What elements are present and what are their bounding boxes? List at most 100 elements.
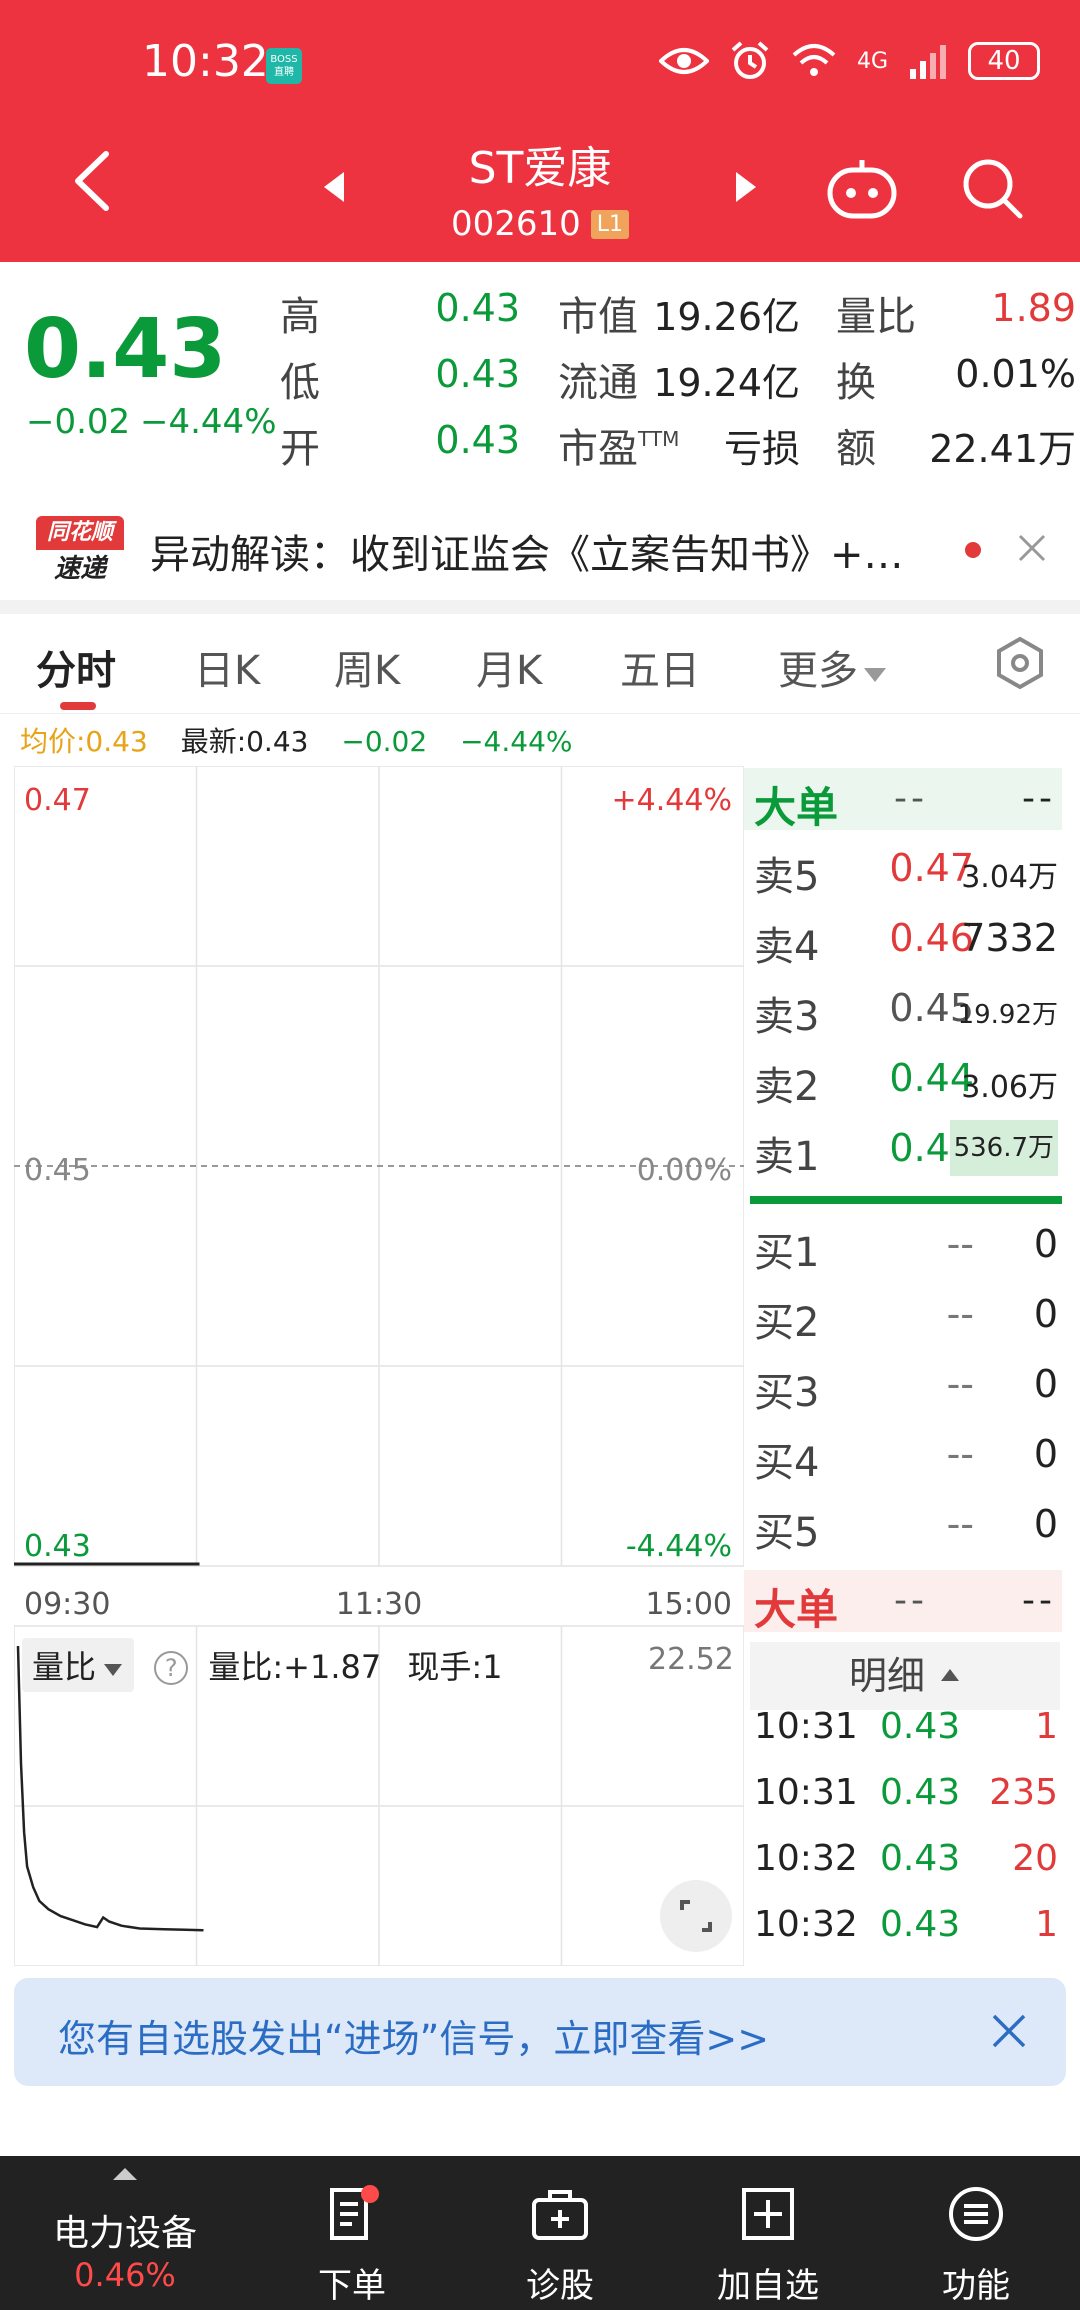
price-change: −0.02 bbox=[26, 402, 131, 442]
bid-row-4[interactable]: 买4 -- 0 bbox=[744, 1422, 1064, 1488]
boss-app-icon: BOSS直聘 bbox=[266, 48, 302, 84]
chart-grid bbox=[14, 766, 744, 1966]
amount-label: 额 bbox=[836, 426, 876, 472]
volume-ratio-readout: 量比:+1.87 bbox=[208, 1648, 382, 1686]
x-label-noon: 11:30 bbox=[336, 1587, 422, 1622]
bid-ask-separator bbox=[750, 1196, 1062, 1204]
big-order-bottom: 大单 -- -- bbox=[744, 1570, 1062, 1634]
current-price: 0.43 bbox=[24, 302, 227, 397]
bottom-toolbar: 电力设备 0.46% 下单 诊股 加自选 功能 bbox=[0, 2156, 1080, 2310]
summary-change: −0.02 bbox=[341, 725, 428, 758]
add-watchlist-button[interactable]: 加自选 bbox=[668, 2156, 868, 2310]
big-order-top: 大单 -- -- bbox=[744, 768, 1062, 832]
open-label: 开 bbox=[280, 426, 320, 472]
tick-row: 10:32 0.43 20 bbox=[754, 1838, 1058, 1879]
float-cap-label: 流通 bbox=[558, 360, 638, 406]
pe-value: 亏损 bbox=[723, 427, 800, 471]
help-icon[interactable]: ? bbox=[154, 1651, 189, 1685]
add-square-icon bbox=[742, 2188, 794, 2240]
battery-indicator: 40 bbox=[968, 42, 1040, 80]
x-label-close: 15:00 bbox=[646, 1587, 732, 1622]
functions-button[interactable]: 功能 bbox=[876, 2156, 1076, 2310]
y-right-bottom-label: -4.44% bbox=[626, 1529, 732, 1564]
status-icons: 4G 40 bbox=[658, 40, 1040, 82]
tick-row: 10:31 0.43 235 bbox=[754, 1772, 1058, 1813]
y-left-bottom-label: 0.43 bbox=[24, 1529, 91, 1564]
wifi-icon bbox=[792, 44, 836, 76]
amount-value: 22.41万 bbox=[929, 427, 1076, 471]
stock-code-line: 002610 L1 bbox=[0, 204, 1080, 244]
open-value: 0.43 bbox=[435, 418, 520, 462]
ask-row-3[interactable]: 卖3 0.45 19.92万 bbox=[744, 976, 1064, 1042]
y-left-mid-label: 0.45 bbox=[24, 1153, 91, 1188]
pe-label: 市盈TTM bbox=[558, 426, 680, 472]
turnover-value: 0.01% bbox=[955, 352, 1076, 396]
ask-row-1[interactable]: 卖1 0.43 536.7万 bbox=[744, 1116, 1064, 1182]
tab-weekly-k[interactable]: 周K bbox=[334, 638, 400, 696]
status-time: 10:32 bbox=[142, 36, 269, 87]
latest-price: 最新:0.43 bbox=[180, 725, 309, 758]
turnover-label: 换 bbox=[836, 360, 876, 406]
avg-price: 均价:0.43 bbox=[20, 725, 148, 758]
intraday-summary: 均价:0.43 最新:0.43 −0.02 −4.44% bbox=[20, 720, 597, 760]
stock-code: 002610 bbox=[450, 204, 581, 244]
bid-row-2[interactable]: 买2 -- 0 bbox=[744, 1282, 1064, 1348]
section-divider bbox=[0, 600, 1080, 614]
alert-close-icon[interactable] bbox=[1016, 532, 1048, 564]
intraday-chart[interactable]: 0.47 0.45 0.43 +4.44% 0.00% -4.44% 09:30… bbox=[14, 766, 744, 1966]
signal-icon bbox=[910, 45, 946, 79]
sector-button[interactable]: 电力设备 0.46% bbox=[0, 2156, 250, 2310]
low-label: 低 bbox=[280, 360, 320, 406]
float-cap-value: 19.24亿 bbox=[653, 361, 800, 405]
signal-close-icon[interactable] bbox=[990, 2012, 1028, 2050]
bid-row-1[interactable]: 买1 -- 0 bbox=[744, 1212, 1064, 1278]
fullscreen-icon bbox=[680, 1900, 712, 1932]
tonghuashun-logo: 同花顺 速递 bbox=[36, 516, 124, 588]
volume-ratio-label: 量比 bbox=[836, 294, 916, 340]
high-label: 高 bbox=[280, 294, 320, 340]
tab-intraday[interactable]: 分时 bbox=[36, 638, 116, 696]
y-right-mid-label: 0.00% bbox=[637, 1153, 732, 1188]
y-right-top-label: +4.44% bbox=[612, 783, 732, 818]
stock-name: ST爱康 bbox=[468, 143, 612, 194]
order-button[interactable]: 下单 bbox=[252, 2156, 452, 2310]
news-alert-bar[interactable]: 同花顺 速递 异动解读：收到证监会《立案告知书》+… bbox=[0, 500, 1080, 600]
eye-icon bbox=[658, 48, 709, 74]
ask-row-4[interactable]: 卖4 0.46 7332 bbox=[744, 906, 1064, 972]
ask-row-2[interactable]: 卖2 0.44 3.06万 bbox=[744, 1046, 1064, 1112]
tick-detail-header[interactable]: 明细 bbox=[750, 1642, 1060, 1710]
alarm-icon bbox=[731, 41, 769, 79]
y-left-top-label: 0.47 bbox=[24, 783, 91, 818]
price-change-percent: −4.44% bbox=[140, 402, 277, 442]
tab-monthly-k[interactable]: 月K bbox=[476, 638, 542, 696]
quote-panel[interactable]: 0.43 −0.02 −4.44% 高 0.43 低 0.43 开 0.43 市… bbox=[0, 262, 1080, 492]
tick-row: 10:32 0.43 1 bbox=[754, 1904, 1058, 1945]
bid-row-3[interactable]: 买3 -- 0 bbox=[744, 1352, 1064, 1418]
next-stock-icon[interactable] bbox=[734, 170, 758, 204]
settings-hexagon-icon[interactable] bbox=[995, 636, 1045, 690]
summary-change-percent: −4.44% bbox=[460, 725, 573, 758]
bid-row-5[interactable]: 买5 -- 0 bbox=[744, 1492, 1064, 1558]
signal-text[interactable]: 您有自选股发出“进场”信号，立即查看>> bbox=[58, 2008, 769, 2063]
tab-daily-k[interactable]: 日K bbox=[194, 638, 260, 696]
tab-five-day[interactable]: 五日 bbox=[620, 638, 700, 696]
triangle-up-icon bbox=[113, 2168, 137, 2180]
robot-assistant-icon[interactable] bbox=[826, 156, 898, 220]
medical-kit-icon bbox=[532, 2190, 588, 2240]
low-value: 0.43 bbox=[435, 352, 520, 396]
volume-ratio-value: 1.89 bbox=[991, 286, 1076, 330]
indicator-selector[interactable]: 量比 bbox=[22, 1638, 135, 1692]
volume-ratio-header: 量比 ? 量比:+1.87 现手:1 bbox=[22, 1638, 503, 1692]
alert-text[interactable]: 异动解读：收到证监会《立案告知书》+… bbox=[150, 522, 904, 580]
tab-more[interactable]: 更多 bbox=[778, 638, 888, 696]
order-document-icon bbox=[330, 2185, 379, 2240]
volume-ratio-max: 22.52 bbox=[648, 1642, 734, 1677]
expand-chart-button[interactable] bbox=[660, 1880, 732, 1952]
ask-row-5[interactable]: 卖5 0.47 3.04万 bbox=[744, 836, 1064, 902]
diagnose-button[interactable]: 诊股 bbox=[460, 2156, 660, 2310]
chevron-down-icon bbox=[104, 1664, 123, 1676]
menu-circle-icon bbox=[949, 2187, 1003, 2241]
network-type: 4G bbox=[856, 48, 888, 74]
signal-banner[interactable]: 您有自选股发出“进场”信号，立即查看>> bbox=[14, 1978, 1066, 2086]
search-icon[interactable] bbox=[960, 156, 1024, 220]
